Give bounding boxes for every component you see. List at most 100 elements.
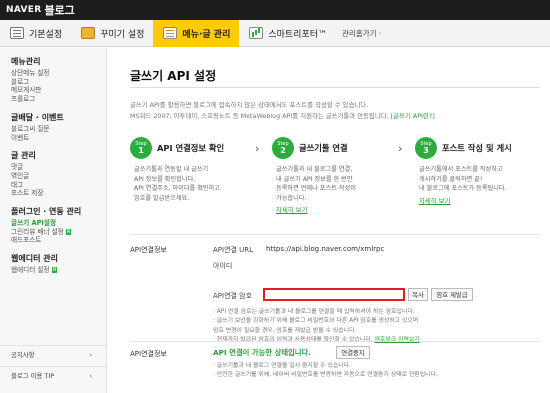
sidebar-item-label: 웹에디터 설정 [11,266,50,275]
blog-logo[interactable]: 블로그 [44,2,74,18]
chevron-right-icon: › [255,142,260,155]
sidebar-item[interactable]: 블로그씨 질문 [11,125,106,134]
step-title: API 연결정보 확인 [157,143,225,153]
tab-label: 기본설정 [29,29,63,40]
section-label-api-info: API연결정보 [130,246,167,254]
api-password-field[interactable] [263,288,405,301]
sidebar-item-editor-settings[interactable]: 웹에디터 설정 N [11,266,106,275]
step-line: API 연결주소, 아이디를 확인하고 [134,185,220,192]
description-line: 글쓰기 API를 활용하면 블로그에 접속하지 않은 상태에서도 포스트를 작성… [130,101,369,109]
sidebar-item[interactable]: 댓글 [11,163,106,172]
step-description: 글쓰기툴과 내 블로그를 연결, 내 글쓰기 API 정보를 한 번만 등록하면… [272,165,390,216]
admin-home-link[interactable]: 관리홈가기 · [342,28,381,39]
step-2-details-link[interactable]: 자세히 보기 [276,206,307,216]
note-line: · 글쓰기 보안을 강화하기 위해 블로그 비밀번호와 다른 API 암호를 생… [213,318,419,325]
sidebar-item[interactable]: 포스트 저장 [11,189,106,198]
tab-label: 꾸미기 설정 [100,29,145,40]
sidebar-item[interactable]: 이벤트 [11,134,106,143]
description: 글쓰기 API를 활용하면 블로그에 접속하지 않은 상태에서도 포스트를 작성… [130,100,540,122]
step-header: Step 3 포스트 작성 및 게시 [415,137,533,159]
sidebar-group-title: 메뉴관리 [11,57,41,66]
step-line: 등록하면 언제나 포스트 작성이 [276,185,356,192]
settings-icon [10,27,24,39]
sidebar: 메뉴관리 상단메뉴 설정 블로그 메모게시판 프롤로그 글배달 · 이벤트 블로… [0,48,107,393]
step-1: Step 1 API 연결정보 확인 글쓰기툴과 연동할 내 글쓰기 API 정보… [130,137,248,203]
reissue-password-button[interactable]: 암호 재발급 [431,288,473,301]
step-description: 글쓰기툴에서 포스트를 작성하고 게시하기를 클릭하면 끝! 내 블로그에 포스… [415,165,533,206]
chart-icon [249,27,264,39]
step-line: 글쓰기툴과 내 블로그를 연결, [276,166,353,173]
divider [130,234,540,235]
sidebar-item[interactable]: 상단메뉴 설정 [11,69,106,78]
id-label: 아이디 [213,262,233,270]
description-text: MS워드 2007, 이투데이, 스프링노트 등 MetaWeblog API를… [130,112,389,120]
sidebar-footer-label: 블로그 이용 TIP [11,372,55,380]
step-3-details-link[interactable]: 자세히 보기 [419,197,450,207]
api-password-label: API연결 암호 [213,292,253,300]
step-line: 내 블로그에 포스트가 등록됩니다. [419,185,507,192]
brush-icon [81,27,96,39]
section-label-connection: API연결정보 [130,350,167,358]
chevron-right-icon: › [398,142,403,155]
chevron-right-icon: › [89,350,92,359]
sidebar-notice-link[interactable]: 공지사항 › [0,345,106,363]
copy-button[interactable]: 복사 [408,288,428,301]
step-title: 글쓰기툴 연결 [299,143,348,153]
sidebar-item[interactable]: 애드포스트 [11,236,106,245]
document-icon [163,27,178,39]
note-line: · API 연결 암호는 글쓰기툴과 내 블로그를 연결할 때 입력하셔야 하는… [213,309,415,315]
step-description: 글쓰기툴과 연동할 내 글쓰기 API 정보를 확인합니다. API 연결주소,… [130,165,248,203]
tab-design-settings[interactable]: 꾸미기 설정 [71,20,153,47]
sidebar-group-title: 웹에디터 관리 [11,254,58,264]
step-title: 포스트 작성 및 게시 [442,143,512,153]
step-line: 글쓰기툴과 연동할 내 글쓰기 [134,166,209,173]
sidebar-footer-label: 공지사항 [11,351,35,359]
page-title: 글쓰기 API 설정 [130,69,217,83]
note-line: 암호 변경이 필요할 경우, 암호를 재발급 받을 수 있습니다. [213,327,357,334]
new-badge: N [51,267,58,274]
connection-status: API 연결이 가능한 상태입니다. [213,348,311,357]
step-number: 1 [138,146,144,155]
password-notes: · API 연결 암호는 글쓰기툴과 내 블로그를 연결할 때 입력하셔야 하는… [213,308,543,345]
sidebar-group-menu: 메뉴관리 상단메뉴 설정 블로그 메모게시판 프롤로그 [0,48,106,104]
step-line: 내 글쓰기 API 정보를 한 번만 [276,175,353,183]
sidebar-tips-link[interactable]: 블로그 이용 TIP › [0,366,106,384]
main-tabs: 기본설정 꾸미기 설정 메뉴·글 관리 스마트리포터™ 관리홈가기 · [0,19,550,47]
step-3: Step 3 포스트 작성 및 게시 글쓰기툴에서 포스트를 작성하고 게시하기를… [415,137,533,206]
step-number: 2 [280,146,286,155]
naver-logo[interactable]: NAVER [6,5,41,15]
step-line: 글쓰기툴에서 포스트를 작성하고 [419,166,503,173]
api-url-value: https://api.blog.naver.com/xmlrpc [266,245,385,253]
note-line: · 안전한 글쓰기를 위해, 네이버 비밀번호를 변경하면 자동으로 연결중지 … [213,372,438,379]
sidebar-item-write-api[interactable]: 글쓰기 API설정 [11,219,106,228]
sidebar-item[interactable]: 엮인글 [11,172,106,181]
step-header: Step 1 API 연결정보 확인 [130,137,248,159]
stop-connection-button[interactable]: 연결중지 [336,346,370,359]
connection-notes: · 글쓰기툴과 내 블로그 연결을 일시 중지할 수 있습니다. · 안전한 글… [213,362,543,381]
step-line: 게시하기를 클릭하면 끝! [419,175,483,183]
new-badge: N [65,228,72,235]
step-badge: Step 2 [272,137,294,159]
step-badge: Step 3 [415,137,437,159]
sidebar-item[interactable]: 프롤로그 [11,95,106,104]
api-url-label: API연결 URL [213,246,254,254]
note-line: · 글쓰기툴과 내 블로그 연결을 일시 중지할 수 있습니다. [213,363,351,369]
what-is-api-link[interactable]: [글쓰기 API란?] [391,112,435,120]
tab-smart-reporter[interactable]: 스마트리포터™ [239,20,336,47]
step-line: 암호를 발급받으세요. [134,194,190,202]
sidebar-group-editor: 웹에디터 관리 웹에디터 설정 N [0,245,106,275]
sidebar-group-post: 글 관리 댓글 엮인글 태그 포스트 저장 [0,142,106,198]
step-line: API 정보를 확인합니다. [134,175,196,183]
tab-menu-post-management[interactable]: 메뉴·글 관리 [153,19,240,47]
sidebar-group-plugin: 플러그인 · 연동 관리 글쓰기 API설정 그린리뷰 배너 설정 N 애드포스트 [0,198,106,245]
sidebar-item-label: 그린리뷰 배너 설정 [11,227,64,236]
sidebar-item[interactable]: 메모게시판 [11,86,106,95]
description-line: MS워드 2007, 이투데이, 스프링노트 등 MetaWeblog API를… [130,111,540,122]
sidebar-group-title: 글 관리 [11,151,36,161]
divider [130,341,540,342]
tab-basic-settings[interactable]: 기본설정 [0,20,71,47]
sidebar-group-title: 글배달 · 이벤트 [11,112,64,122]
sidebar-group-event: 글배달 · 이벤트 블로그씨 질문 이벤트 [0,104,106,142]
top-bar: NAVER 블로그 [0,0,550,20]
tab-label: 메뉴·글 관리 [182,29,231,40]
